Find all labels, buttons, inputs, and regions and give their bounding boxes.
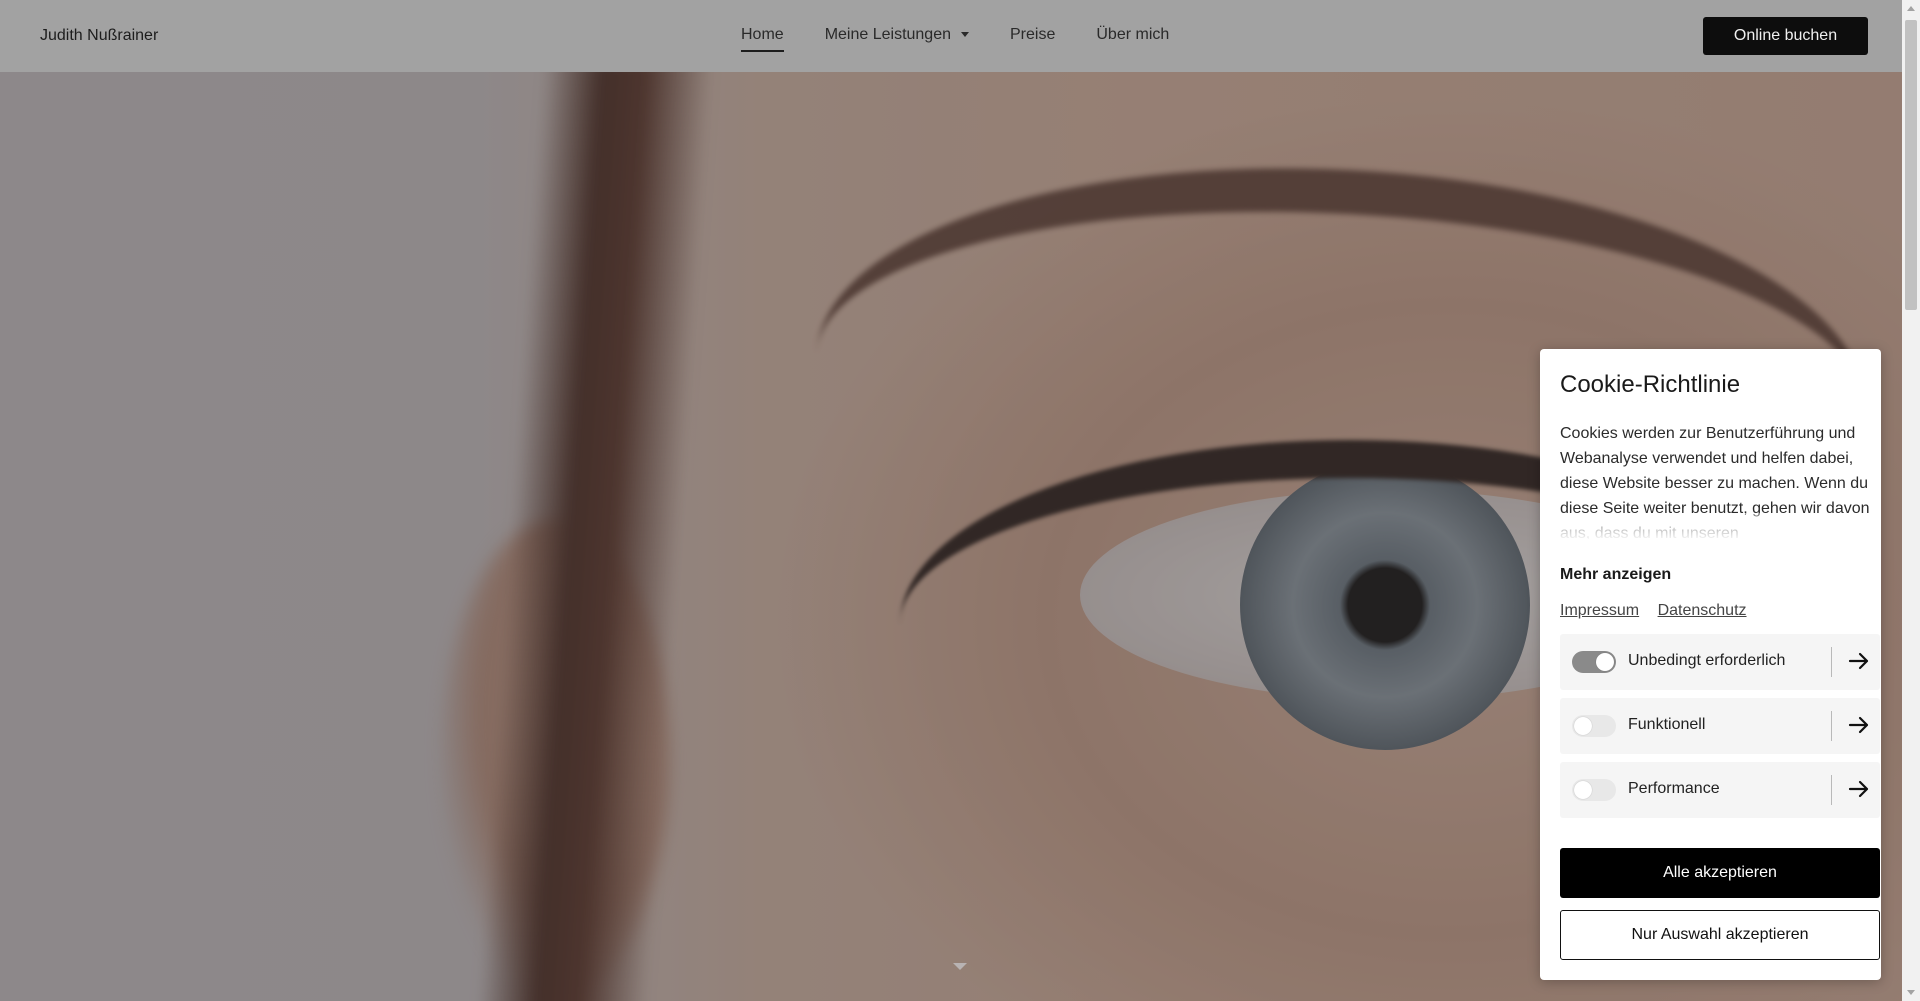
toggle-performance[interactable] <box>1572 779 1616 801</box>
toggle-knob <box>1574 717 1592 735</box>
online-buchen-button[interactable]: Online buchen <box>1703 17 1868 55</box>
consent-row-necessary: Unbedingt erforderlich <box>1560 634 1880 690</box>
legal-links: Impressum Datenschutz <box>1560 602 1761 620</box>
toggle-necessary[interactable] <box>1572 651 1616 673</box>
nav-item-label: Meine Leistungen <box>824 26 951 43</box>
scroll-down-icon[interactable] <box>1907 990 1915 995</box>
row-divider <box>1831 647 1832 677</box>
toggle-knob <box>1596 653 1614 671</box>
page-scrollbar[interactable] <box>1902 0 1920 1001</box>
show-more-link[interactable]: Mehr anzeigen <box>1560 566 1671 584</box>
consent-label: Funktionell <box>1628 716 1706 733</box>
toggle-functional[interactable] <box>1572 715 1616 737</box>
arrow-right-icon[interactable] <box>1846 648 1872 674</box>
nav-item-leistungen[interactable]: Meine Leistungen <box>825 26 969 44</box>
brand-name[interactable]: Judith Nußrainer <box>40 27 158 45</box>
consent-row-performance: Performance <box>1560 762 1880 818</box>
cookie-dialog: Cookie-Richtlinie Cookies werden zur Ben… <box>1540 349 1881 980</box>
toggle-knob <box>1574 781 1592 799</box>
nav-item-ueber-mich[interactable]: Über mich <box>1096 26 1169 44</box>
site-header: Judith Nußrainer Home Meine Leistungen P… <box>0 0 1902 72</box>
nav-item-label: Über mich <box>1096 26 1170 43</box>
datenschutz-link[interactable]: Datenschutz <box>1658 602 1747 619</box>
row-divider <box>1831 711 1832 741</box>
arrow-right-icon[interactable] <box>1846 712 1872 738</box>
cookie-description: Cookies werden zur Benutzerführung und W… <box>1560 421 1872 539</box>
page: Judith Nußrainer Home Meine Leistungen P… <box>0 0 1920 1001</box>
nav-item-preise[interactable]: Preise <box>1010 26 1055 44</box>
cookie-title: Cookie-Richtlinie <box>1560 371 1741 398</box>
row-divider <box>1831 775 1832 805</box>
accept-all-button[interactable]: Alle akzeptieren <box>1560 848 1880 898</box>
chevron-down-icon <box>961 32 969 38</box>
nav-item-label: Home <box>741 26 784 43</box>
accept-selection-button[interactable]: Nur Auswahl akzeptieren <box>1560 910 1880 960</box>
consent-label: Performance <box>1628 780 1720 797</box>
main-nav: Home Meine Leistungen Preise Über mich <box>741 26 1210 52</box>
nav-item-label: Preise <box>1010 26 1056 43</box>
arrow-right-icon[interactable] <box>1846 776 1872 802</box>
consent-row-functional: Funktionell <box>1560 698 1880 754</box>
caret-down-icon[interactable] <box>953 963 967 970</box>
scroll-up-icon[interactable] <box>1907 6 1915 11</box>
consent-label: Unbedingt erforderlich <box>1628 652 1786 669</box>
scrollbar-thumb[interactable] <box>1905 20 1917 310</box>
nav-item-home[interactable]: Home <box>741 26 784 52</box>
impressum-link[interactable]: Impressum <box>1560 602 1639 619</box>
